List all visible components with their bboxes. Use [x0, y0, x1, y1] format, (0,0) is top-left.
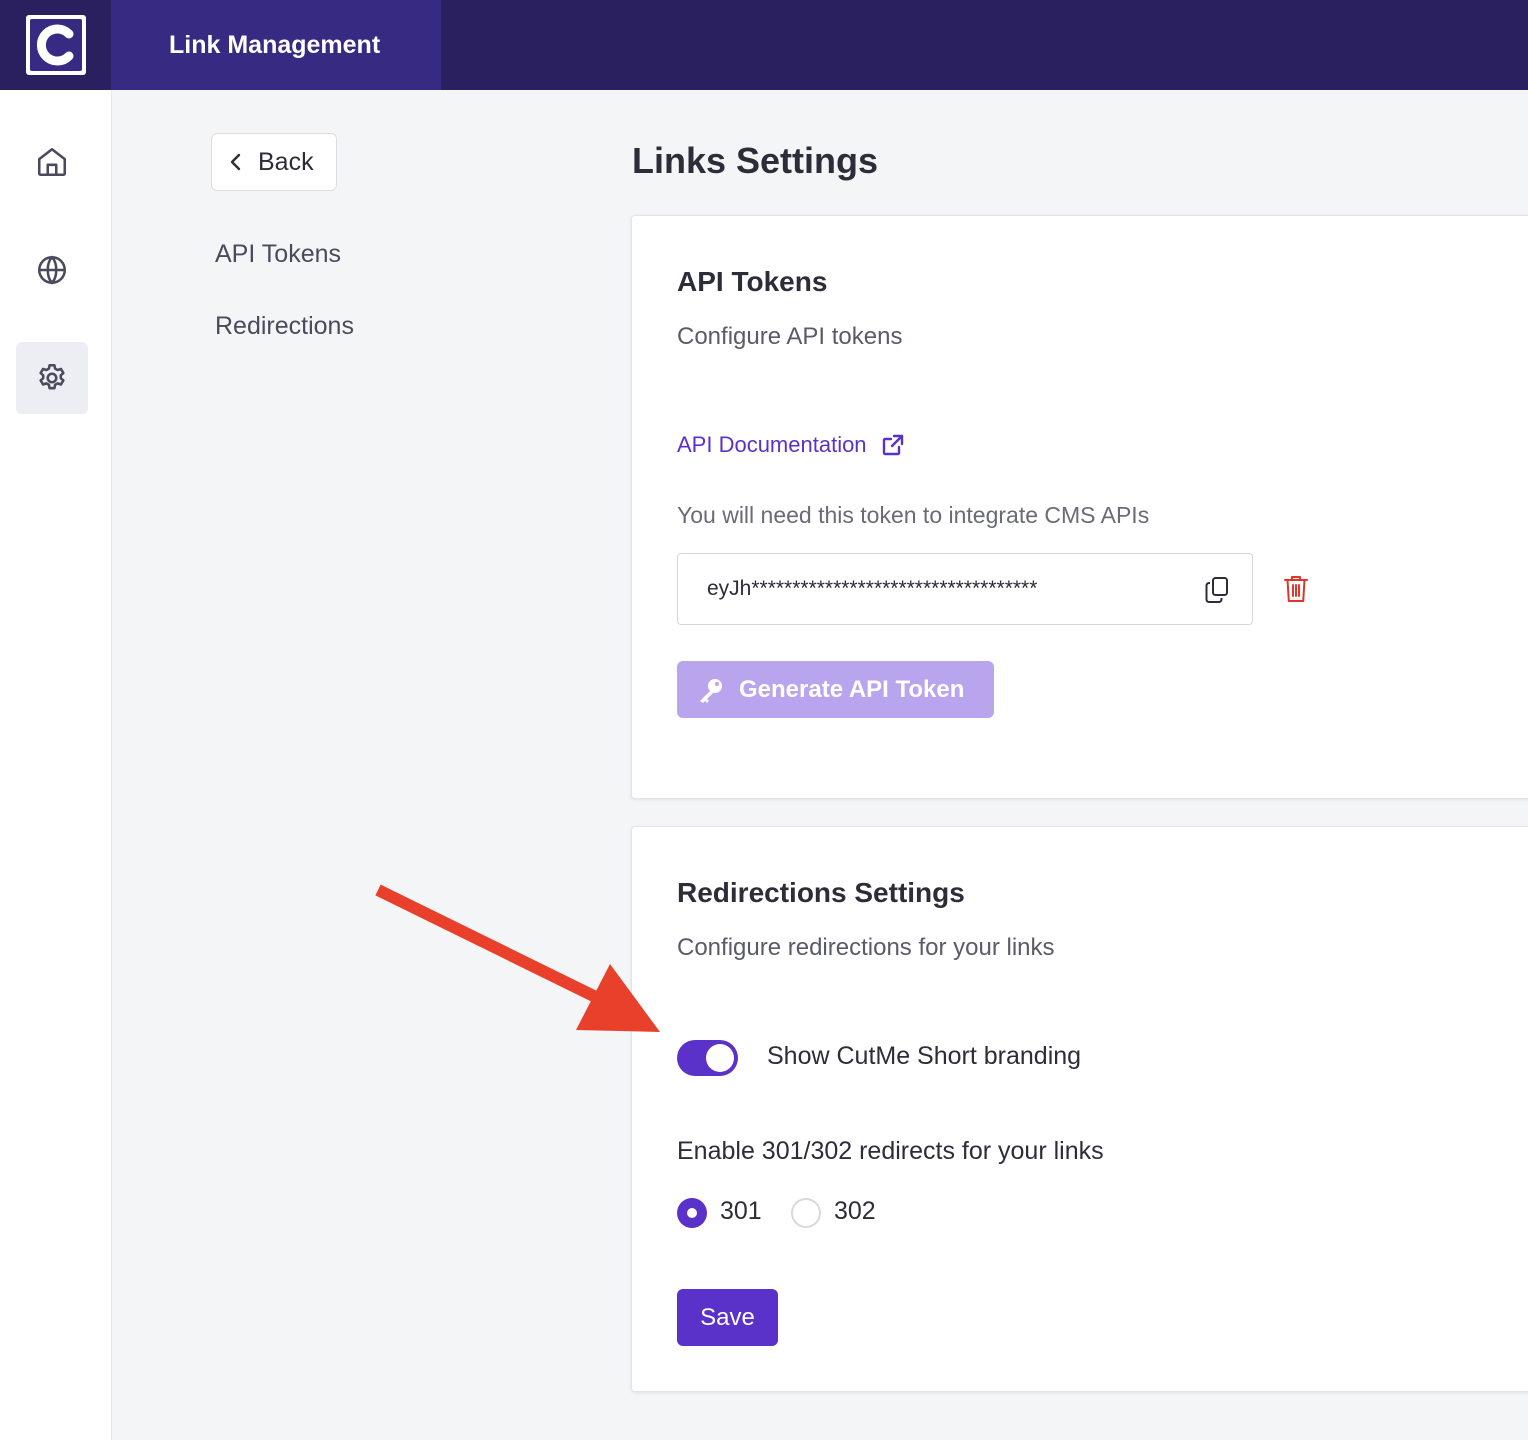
radio-301-label[interactable]: 301: [720, 1197, 762, 1226]
nav-settings[interactable]: [16, 342, 88, 414]
subnav-api-tokens[interactable]: API Tokens: [215, 240, 341, 269]
nav-domains[interactable]: [16, 234, 88, 306]
trash-icon: [1284, 576, 1308, 602]
token-hint: You will need this token to integrate CM…: [677, 502, 1150, 528]
globe-icon: [37, 255, 67, 285]
toggle-knob: [706, 1044, 734, 1072]
back-button[interactable]: Back: [211, 133, 337, 191]
left-sidebar: [0, 90, 112, 1440]
copy-token-button[interactable]: [1204, 576, 1230, 610]
api-documentation-label: API Documentation: [677, 432, 867, 457]
key-icon: [700, 678, 722, 703]
delete-token-button[interactable]: [1283, 574, 1309, 609]
page-title: Links Settings: [632, 140, 879, 181]
redirections-card: Redirections Settings Configure redirect…: [631, 826, 1528, 1392]
chevron-left-icon: [230, 153, 241, 171]
nav-home[interactable]: [16, 126, 88, 198]
save-button[interactable]: Save: [677, 1289, 778, 1346]
annotation-arrow: [375, 884, 660, 1032]
external-link-icon: [882, 434, 903, 456]
app-tab-link-management[interactable]: Link Management: [111, 0, 441, 90]
home-icon: [37, 147, 67, 177]
top-bar: Link Management: [0, 0, 1528, 90]
api-tokens-subtitle: Configure API tokens: [677, 323, 903, 350]
app-logo[interactable]: [0, 0, 111, 90]
radio-301[interactable]: [677, 1198, 707, 1228]
back-button-label: Back: [258, 147, 314, 176]
logo-icon: [25, 15, 86, 75]
generate-api-token-label: Generate API Token: [739, 675, 965, 703]
redirections-subtitle: Configure redirections for your links: [677, 934, 1055, 961]
redirections-title: Redirections Settings: [677, 877, 965, 908]
branding-toggle-label: Show CutMe Short branding: [767, 1042, 1082, 1070]
copy-icon: [1205, 577, 1228, 603]
gear-icon: [39, 363, 65, 390]
radio-302[interactable]: [791, 1198, 821, 1228]
app-tab-label: Link Management: [169, 30, 381, 59]
save-button-label: Save: [700, 1303, 755, 1331]
redirect-type-label: Enable 301/302 redirects for your links: [677, 1137, 1104, 1165]
api-tokens-card: API Tokens Configure API tokens API Docu…: [631, 215, 1528, 799]
api-tokens-title: API Tokens: [677, 266, 828, 297]
subnav-redirections[interactable]: Redirections: [215, 312, 354, 341]
radio-302-label[interactable]: 302: [834, 1197, 876, 1226]
api-documentation-link[interactable]: API Documentation: [677, 432, 905, 458]
api-token-field[interactable]: eyJh***********************************: [677, 553, 1253, 625]
generate-api-token-button[interactable]: Generate API Token: [677, 661, 994, 718]
api-token-value: eyJh***********************************: [707, 577, 1038, 600]
branding-toggle[interactable]: [677, 1040, 738, 1076]
